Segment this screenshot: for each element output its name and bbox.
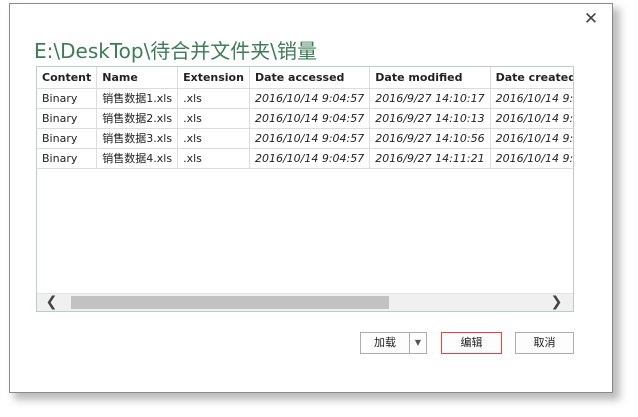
cell-extension: .xls [177, 148, 250, 169]
column-header-date-accessed[interactable]: Date accessed [249, 67, 371, 89]
edit-button[interactable]: 编辑 [441, 332, 502, 354]
load-button[interactable]: 加载 [360, 332, 410, 354]
table-row[interactable]: Binary 销售数据3.xls .xls 2016/10/14 9:04:57… [37, 128, 573, 149]
cell-date-accessed: 2016/10/14 9:04:57 [249, 148, 371, 169]
column-header-date-modified[interactable]: Date modified [369, 67, 491, 89]
cell-date-created: 2016/10/14 9:04:57 [490, 108, 573, 129]
cell-name: 销售数据4.xls [96, 148, 179, 169]
cell-name: 销售数据3.xls [96, 128, 179, 149]
cell-date-created: 2016/10/14 9:04:57 [490, 128, 573, 149]
column-header-name[interactable]: Name [96, 67, 179, 89]
cell-name: 销售数据2.xls [96, 108, 179, 129]
scrollbar-thumb[interactable] [71, 296, 389, 309]
scroll-left-icon[interactable]: ❮ [43, 294, 60, 311]
table-row[interactable]: Binary 销售数据1.xls .xls 2016/10/14 9:04:57… [37, 88, 573, 109]
navigator-dialog: ✕ E:\DeskTop\待合并文件夹\销量 Content Name Exte… [9, 3, 613, 393]
cell-date-created: 2016/10/14 9:04:57 [490, 88, 573, 109]
column-header-content[interactable]: Content [37, 67, 98, 89]
cell-content[interactable]: Binary [37, 88, 98, 109]
table-header-row: Content Name Extension Date accessed Dat… [37, 67, 573, 89]
load-dropdown-icon[interactable]: ▼ [409, 332, 427, 354]
scroll-right-icon[interactable]: ❯ [548, 294, 565, 311]
cell-content[interactable]: Binary [37, 148, 98, 169]
cancel-button[interactable]: 取消 [515, 332, 574, 354]
cell-date-created: 2016/10/14 9:04:57 [490, 148, 573, 169]
cell-content[interactable]: Binary [37, 108, 98, 129]
horizontal-scrollbar[interactable]: ❮ ❯ [37, 293, 573, 311]
cell-extension: .xls [177, 108, 250, 129]
cell-date-accessed: 2016/10/14 9:04:57 [249, 128, 371, 149]
cell-date-modified: 2016/9/27 14:10:17 [369, 88, 491, 109]
cell-content[interactable]: Binary [37, 128, 98, 149]
column-header-extension[interactable]: Extension [177, 67, 250, 89]
cell-date-modified: 2016/9/27 14:11:21 [369, 148, 491, 169]
cell-extension: .xls [177, 128, 250, 149]
cell-name: 销售数据1.xls [96, 88, 179, 109]
file-table: Content Name Extension Date accessed Dat… [37, 67, 573, 169]
cell-date-modified: 2016/9/27 14:10:13 [369, 108, 491, 129]
cell-date-accessed: 2016/10/14 9:04:57 [249, 88, 371, 109]
dialog-title: E:\DeskTop\待合并文件夹\销量 [34, 39, 318, 63]
cell-date-accessed: 2016/10/14 9:04:57 [249, 108, 371, 129]
cell-extension: .xls [177, 88, 250, 109]
cell-date-modified: 2016/9/27 14:10:56 [369, 128, 491, 149]
table-row[interactable]: Binary 销售数据4.xls .xls 2016/10/14 9:04:57… [37, 148, 573, 169]
close-button[interactable]: ✕ [581, 9, 601, 29]
table-row[interactable]: Binary 销售数据2.xls .xls 2016/10/14 9:04:57… [37, 108, 573, 129]
column-header-date-created[interactable]: Date created [490, 67, 573, 89]
file-table-container: Content Name Extension Date accessed Dat… [36, 66, 574, 312]
